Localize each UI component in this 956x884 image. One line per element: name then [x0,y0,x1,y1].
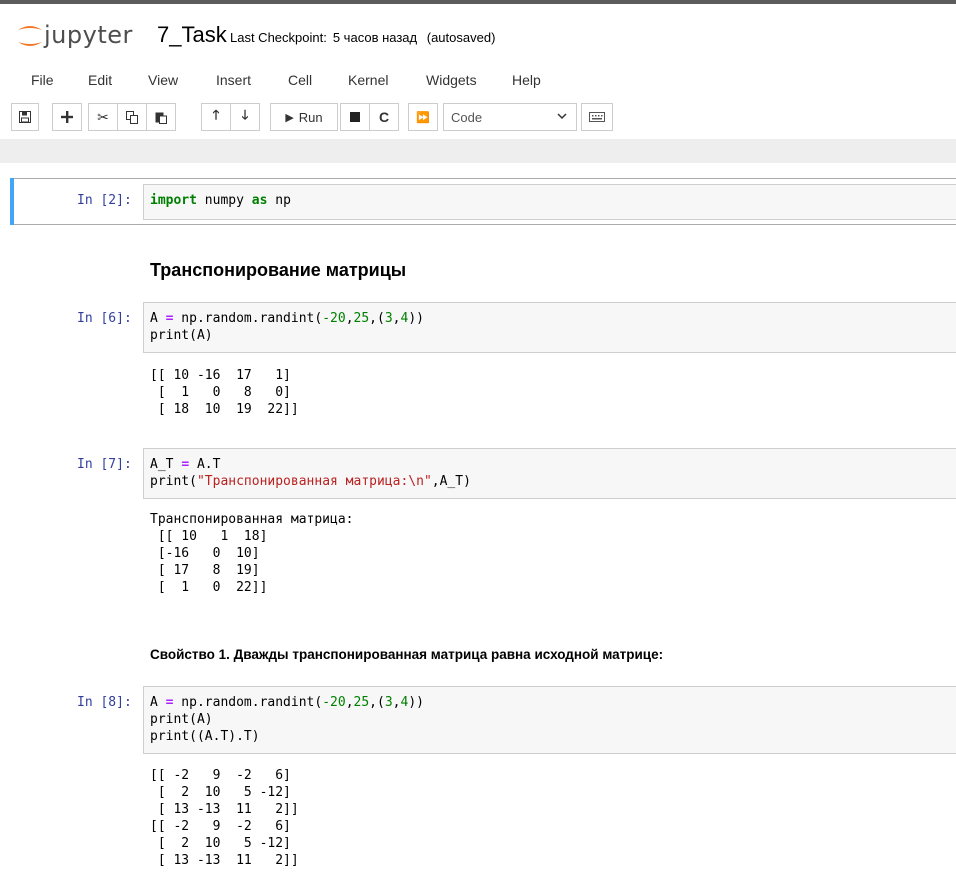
output-line: [[ -2 9 -2 6] [150,768,291,783]
paste-button[interactable] [146,103,176,131]
output-line: [[ -2 9 -2 6] [150,819,291,834]
copy-button[interactable] [117,103,147,131]
save-button[interactable] [11,103,39,131]
code-line[interactable]: print(A) [150,328,213,343]
arrow-down-icon: 🡓 [241,107,249,122]
output-line: [ 18 10 19 22]] [150,402,299,417]
insert-cell-button[interactable] [52,103,82,131]
command-palette-button[interactable] [581,103,613,131]
menu-help[interactable]: Help [512,72,541,88]
move-up-button[interactable]: 🡑 [201,103,231,131]
output-line: [ 1 0 22]] [150,580,268,595]
toolbar: ✂ 🡑 🡓 ▶ Run C ⏩ Code [0,103,956,135]
cell-prompt: In [8]: [77,695,132,710]
output-line: [ 17 8 19] [150,563,260,578]
restart-icon: C [378,109,390,125]
menu-widgets[interactable]: Widgets [426,72,477,88]
jupyter-logo-icon[interactable] [14,24,46,48]
menu-view[interactable]: View [148,72,178,88]
output-line: [-16 0 10] [150,546,260,561]
jupyter-logo-text[interactable]: jupyter [44,21,133,49]
menu-edit[interactable]: Edit [88,72,112,88]
notebook-name[interactable]: 7_Task [157,22,227,48]
menu-bar: File Edit View Insert Cell Kernel Widget… [0,64,956,96]
run-label: Run [298,109,323,125]
play-icon: ▶ [285,111,294,124]
cell-type-value: Code [451,110,483,125]
output-line: [ 2 10 5 -12] [150,785,291,800]
output-line: [[ 10 1 18] [150,529,268,544]
code-input-area[interactable] [143,302,956,353]
cut-button[interactable]: ✂ [88,103,118,131]
menu-kernel[interactable]: Kernel [348,72,388,88]
code-line[interactable]: print(A) [150,712,213,727]
scissors-icon: ✂ [97,108,109,125]
output-line: [[ 10 -16 17 1] [150,368,291,383]
output-line: [ 1 0 8 0] [150,385,291,400]
restart-kernel-button[interactable]: C [369,103,399,131]
plus-icon [61,111,73,123]
notebook-header-divider [0,139,956,163]
run-button[interactable]: ▶ Run [270,103,338,131]
code-line[interactable]: A = np.random.randint(-20,25,(3,4)) [150,695,424,710]
code-line[interactable]: import numpy as np [150,193,291,208]
code-line[interactable]: print("Транспонированная матрица:\n",A_T… [150,474,471,489]
header: jupyter 7_Task Last Checkpoint: 5 часов н… [0,4,956,58]
output-line: Транспонированная матрица: [150,512,354,527]
menu-cell[interactable]: Cell [288,72,312,88]
code-line[interactable]: A_T = A.T [150,457,220,472]
cell-prompt: In [2]: [77,193,132,208]
menu-insert[interactable]: Insert [216,72,251,88]
code-line[interactable]: print((A.T).T) [150,729,260,744]
save-icon [19,111,31,123]
cell-prompt: In [6]: [77,311,132,326]
move-down-button[interactable]: 🡓 [230,103,260,131]
output-line: [ 13 -13 11 2]] [150,802,299,817]
output-line: [ 13 -13 11 2]] [150,853,299,868]
keyboard-icon [589,112,605,122]
markdown-heading[interactable]: Транспонирование матрицы [150,260,406,281]
checkpoint-label: Last Checkpoint: [230,30,327,45]
code-line[interactable]: A = np.random.randint(-20,25,(3,4)) [150,311,424,326]
copy-icon [126,110,138,124]
cell-type-select[interactable]: Code [443,103,577,131]
restart-run-all-button[interactable]: ⏩ [408,103,438,131]
cell-prompt: In [7]: [77,457,132,472]
stop-icon [350,112,360,122]
checkpoint-time: 5 часов назад [332,30,418,45]
checkpoint-status: Last Checkpoint: 5 часов назад (autosaved… [230,30,501,45]
cell-selection-indicator [10,178,14,225]
markdown-property-text[interactable]: Свойство 1. Дважды транспонированная мат… [150,647,663,662]
chevron-down-icon [557,113,567,120]
menu-file[interactable]: File [31,72,54,88]
fast-forward-icon: ⏩ [416,111,430,124]
arrow-up-icon: 🡑 [212,107,220,122]
interrupt-kernel-button[interactable] [340,103,370,131]
output-line: [ 2 10 5 -12] [150,836,291,851]
autosave-status: (autosaved) [426,30,496,45]
paste-icon [155,112,167,124]
